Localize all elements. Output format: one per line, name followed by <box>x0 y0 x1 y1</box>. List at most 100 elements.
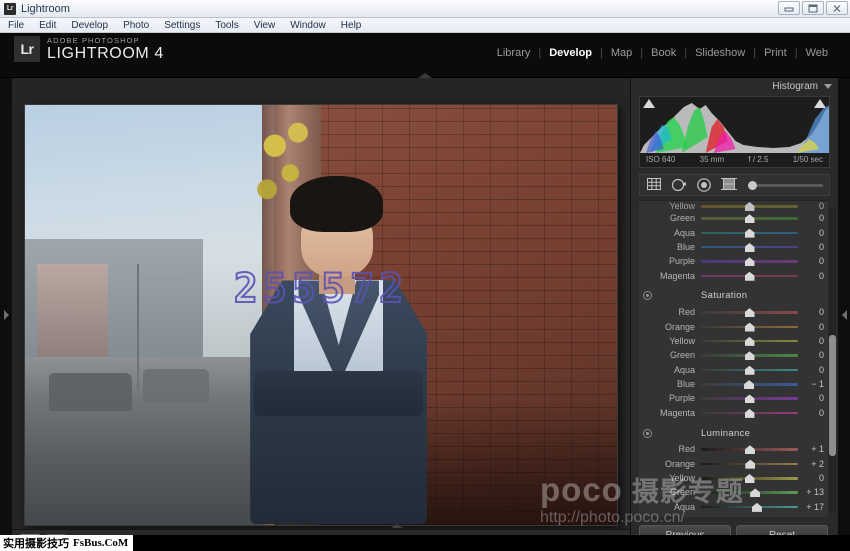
hsl-slider-handle[interactable] <box>745 394 755 403</box>
hsl-slider-track[interactable] <box>701 226 798 240</box>
hsl-slider-track[interactable] <box>701 377 798 391</box>
adjustment-brush-icon[interactable] <box>748 181 823 190</box>
module-map[interactable]: Map <box>603 47 640 59</box>
hsl-slider-track[interactable] <box>701 211 798 225</box>
right-panel-toggle[interactable] <box>838 78 850 551</box>
hsl-slider-track[interactable] <box>701 240 798 254</box>
red-eye-icon[interactable] <box>696 177 712 193</box>
hsl-slider-row[interactable]: Purple0 <box>639 254 828 268</box>
hsl-slider-track[interactable] <box>701 363 798 377</box>
shadow-clipping-icon[interactable] <box>643 99 655 108</box>
hsl-slider-track[interactable] <box>701 201 798 211</box>
menu-file[interactable]: File <box>8 20 24 31</box>
hsl-slider-track[interactable] <box>701 334 798 348</box>
hsl-slider-track[interactable] <box>701 514 798 517</box>
highlight-clipping-icon[interactable] <box>814 99 826 108</box>
hsl-slider-track[interactable] <box>701 305 798 319</box>
hsl-slider-handle[interactable] <box>745 202 755 211</box>
module-library[interactable]: Library <box>489 47 539 59</box>
module-slideshow[interactable]: Slideshow <box>687 47 753 59</box>
left-panel-toggle[interactable] <box>0 78 12 551</box>
menu-edit[interactable]: Edit <box>39 20 56 31</box>
hsl-slider-row[interactable]: Yellow0 <box>639 334 828 348</box>
hsl-slider-row[interactable]: Green+ 13 <box>639 485 828 499</box>
hsl-slider-handle[interactable] <box>745 351 755 360</box>
hsl-slider-row[interactable]: Green0 <box>639 348 828 362</box>
hsl-slider-track[interactable] <box>701 269 798 283</box>
hsl-slider-handle[interactable] <box>745 229 755 238</box>
menu-help[interactable]: Help <box>341 20 362 31</box>
scrollbar-thumb[interactable] <box>829 335 836 456</box>
module-book[interactable]: Book <box>643 47 684 59</box>
module-develop[interactable]: Develop <box>541 47 600 59</box>
close-icon[interactable] <box>826 1 848 15</box>
hsl-slider-handle[interactable] <box>744 380 754 389</box>
menu-photo[interactable]: Photo <box>123 20 149 31</box>
hsl-slider-row[interactable]: Blue0 <box>639 240 828 254</box>
target-adjust-icon[interactable] <box>643 291 652 300</box>
hsl-slider-handle[interactable] <box>745 214 755 223</box>
menu-view[interactable]: View <box>254 20 276 31</box>
hsl-slider-handle[interactable] <box>745 272 755 281</box>
hsl-slider-handle[interactable] <box>752 503 762 512</box>
hsl-slider-row[interactable]: Yellow0 <box>639 471 828 485</box>
photo-stage[interactable]: 255572 <box>12 78 630 551</box>
collapse-bottom-arrow-icon[interactable] <box>391 524 403 528</box>
hsl-slider-row[interactable]: Orange+ 2 <box>639 456 828 470</box>
hsl-slider-track[interactable] <box>701 254 798 268</box>
hsl-slider-row[interactable]: Aqua0 <box>639 225 828 239</box>
hsl-slider-handle[interactable] <box>745 445 755 454</box>
menu-tools[interactable]: Tools <box>215 20 238 31</box>
hsl-slider-track[interactable] <box>701 320 798 334</box>
module-print[interactable]: Print <box>756 47 795 59</box>
hsl-slider-track[interactable] <box>701 391 798 405</box>
hsl-slider-row[interactable]: Red0 <box>639 305 828 319</box>
hsl-slider-handle[interactable] <box>745 337 755 346</box>
hsl-slider-row[interactable]: Purple0 <box>639 391 828 405</box>
spot-removal-icon[interactable] <box>671 177 687 193</box>
hsl-slider-handle[interactable] <box>745 409 755 418</box>
hsl-slider-row[interactable]: Yellow0 <box>639 201 828 211</box>
chevron-down-icon[interactable] <box>824 84 832 89</box>
menu-develop[interactable]: Develop <box>71 20 108 31</box>
histogram-widget[interactable]: ISO 640 35 mm f / 2.5 1/50 sec <box>639 96 830 168</box>
hsl-slider-row[interactable]: Green0 <box>639 211 828 225</box>
right-panel-scrollbar[interactable] <box>829 208 836 511</box>
minimize-icon[interactable] <box>778 1 800 15</box>
hsl-slider-row[interactable]: Blue+ 11 <box>639 514 828 517</box>
lr-icon: Lr <box>4 3 16 15</box>
menu-window[interactable]: Window <box>290 20 326 31</box>
menu-settings[interactable]: Settings <box>164 20 200 31</box>
hsl-section-header: Saturation <box>639 287 828 305</box>
target-adjust-icon[interactable] <box>643 429 652 438</box>
hsl-slider-handle[interactable] <box>750 488 760 497</box>
hsl-slider-handle[interactable] <box>745 257 755 266</box>
hsl-slider-row[interactable]: Magenta0 <box>639 269 828 283</box>
hsl-slider-row[interactable]: Orange0 <box>639 319 828 333</box>
hsl-slider-handle[interactable] <box>745 323 755 332</box>
hsl-slider-track[interactable] <box>701 442 798 456</box>
hsl-slider-handle[interactable] <box>745 460 755 469</box>
hsl-slider-handle[interactable] <box>745 474 755 483</box>
hsl-slider-row[interactable]: Aqua0 <box>639 363 828 377</box>
maximize-icon[interactable] <box>802 1 824 15</box>
hsl-slider-track[interactable] <box>701 471 798 485</box>
hsl-slider-handle[interactable] <box>745 243 755 252</box>
hsl-slider-row[interactable]: Blue− 1 <box>639 377 828 391</box>
hsl-slider-row[interactable]: Aqua+ 17 <box>639 500 828 514</box>
hsl-slider-track[interactable] <box>701 348 798 362</box>
hsl-slider-handle[interactable] <box>745 366 755 375</box>
hsl-color-panel[interactable]: Yellow0Green0Aqua0Blue0Purple0Magenta0Sa… <box>639 200 828 517</box>
graduated-filter-icon[interactable] <box>721 177 737 193</box>
hsl-slider-track[interactable] <box>701 457 798 471</box>
hsl-slider-row[interactable]: Magenta0 <box>639 406 828 420</box>
hsl-slider-track[interactable] <box>701 500 798 514</box>
photo-preview[interactable]: 255572 <box>25 105 617 525</box>
module-web[interactable]: Web <box>798 47 836 59</box>
hsl-slider-track[interactable] <box>701 406 798 420</box>
crop-overlay-icon[interactable] <box>646 177 662 193</box>
hsl-slider-handle[interactable] <box>745 308 755 317</box>
histogram-header[interactable]: Histogram <box>631 78 838 94</box>
hsl-slider-row[interactable]: Red+ 1 <box>639 442 828 456</box>
hsl-slider-track[interactable] <box>701 485 798 499</box>
